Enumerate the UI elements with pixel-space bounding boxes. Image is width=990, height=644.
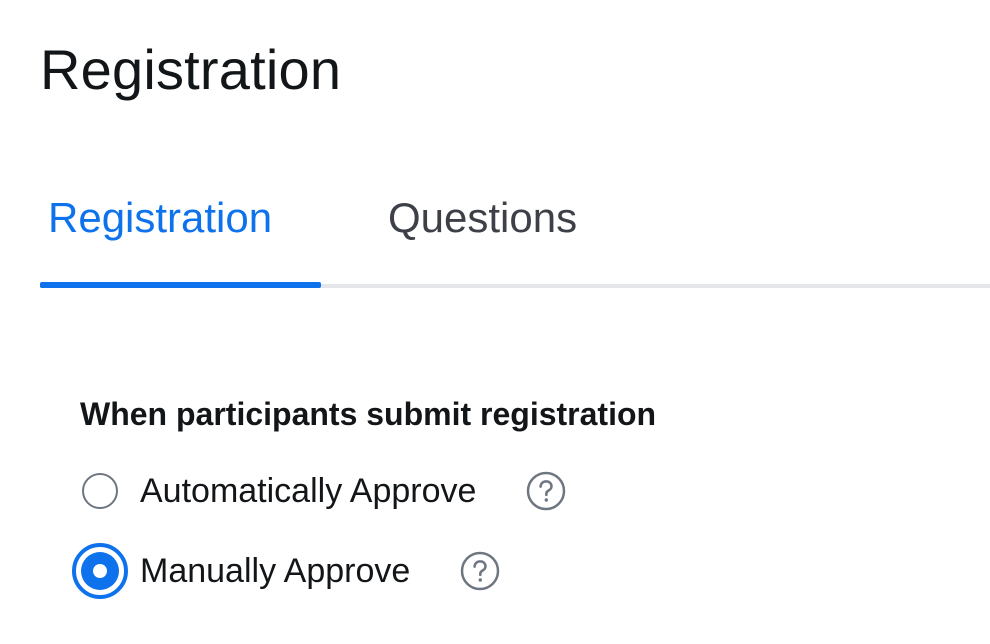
help-glyph xyxy=(527,471,566,511)
help-glyph xyxy=(461,551,500,591)
manually-approve-label[interactable]: Manually Approve xyxy=(140,541,410,601)
active-tab-indicator xyxy=(40,282,321,288)
approval-section-label: When participants submit registration xyxy=(80,396,657,432)
radio-checked-icon xyxy=(81,552,119,590)
tab-registration[interactable]: Registration xyxy=(48,186,272,250)
automatically-approve-label[interactable]: Automatically Approve xyxy=(140,461,476,521)
manually-approve-option[interactable]: Manually Approve xyxy=(72,541,500,601)
radio-dot xyxy=(93,564,107,578)
question-circle-icon[interactable] xyxy=(526,471,566,511)
automatically-approve-option[interactable]: Automatically Approve xyxy=(72,461,566,521)
page-title: Registration xyxy=(40,38,342,101)
radio-unchecked-icon xyxy=(82,473,118,509)
manually-approve-radio[interactable] xyxy=(72,543,128,599)
tab-questions[interactable]: Questions xyxy=(388,186,577,250)
tab-bar: Registration Questions xyxy=(40,186,990,290)
automatically-approve-radio[interactable] xyxy=(72,463,128,519)
question-circle-icon[interactable] xyxy=(460,551,500,591)
